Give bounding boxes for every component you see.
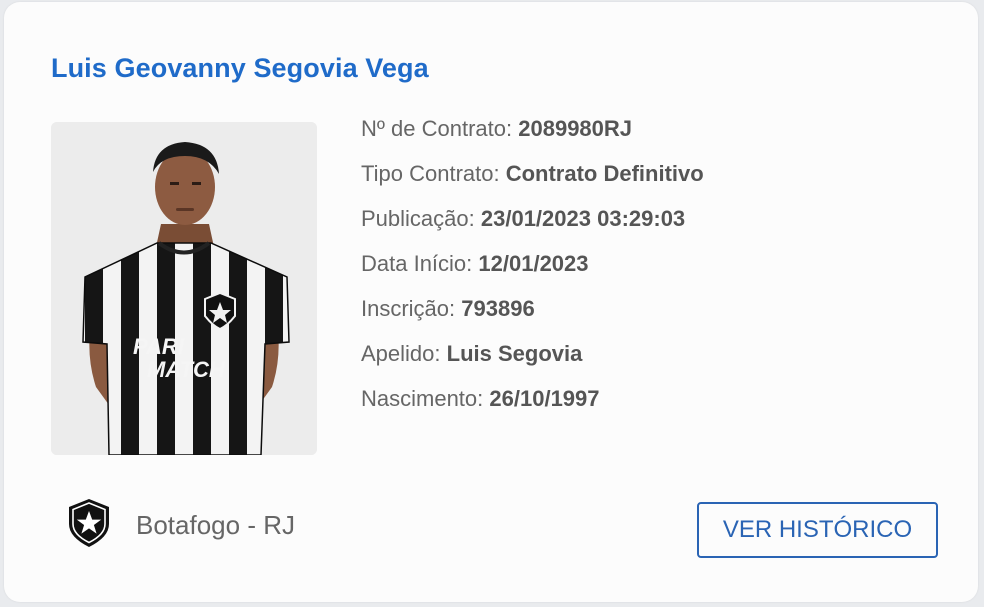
detail-value: 23/01/2023 03:29:03 (480, 206, 686, 231)
detail-publication: Publicação: 23/01/2023 03:29:03 (361, 205, 704, 250)
detail-value: 793896 (461, 296, 535, 321)
detail-label: Data Início: (361, 251, 473, 276)
club-name: Botafogo - RJ (136, 510, 295, 540)
player-photo-image: PARI MATCH (51, 122, 317, 455)
detail-label: Nascimento: (361, 386, 484, 411)
view-history-button[interactable]: VER HISTÓRICO (697, 502, 938, 558)
detail-value: 12/01/2023 (478, 251, 589, 276)
detail-nickname: Apelido: Luis Segovia (361, 340, 704, 385)
detail-label: Publicação: (361, 206, 475, 231)
botafogo-crest-icon (66, 497, 112, 554)
club-info: Botafogo - RJ (66, 497, 295, 554)
player-card: Luis Geovanny Segovia Vega PARI MATCH Nº… (4, 2, 978, 602)
detail-value: Contrato Definitivo (505, 161, 704, 186)
detail-label: Tipo Contrato: (361, 161, 500, 186)
detail-value: 26/10/1997 (489, 386, 600, 411)
player-photo: PARI MATCH (51, 122, 317, 455)
detail-birth-date: Nascimento: 26/10/1997 (361, 385, 704, 430)
detail-label: Inscrição: (361, 296, 456, 321)
detail-label: Nº de Contrato: (361, 116, 513, 141)
detail-value: 2089980RJ (518, 116, 633, 141)
detail-contract-type: Tipo Contrato: Contrato Definitivo (361, 160, 704, 205)
player-name: Luis Geovanny Segovia Vega (51, 53, 429, 83)
detail-label: Apelido: (361, 341, 441, 366)
detail-registration: Inscrição: 793896 (361, 295, 704, 340)
detail-contract-number: Nº de Contrato: 2089980RJ (361, 115, 704, 160)
detail-start-date: Data Início: 12/01/2023 (361, 250, 704, 295)
sponsor-line-1: PARI (133, 334, 185, 359)
contract-details: Nº de Contrato: 2089980RJ Tipo Contrato:… (361, 115, 704, 430)
detail-value: Luis Segovia (446, 341, 583, 366)
sponsor-line-2: MATCH (147, 357, 226, 382)
